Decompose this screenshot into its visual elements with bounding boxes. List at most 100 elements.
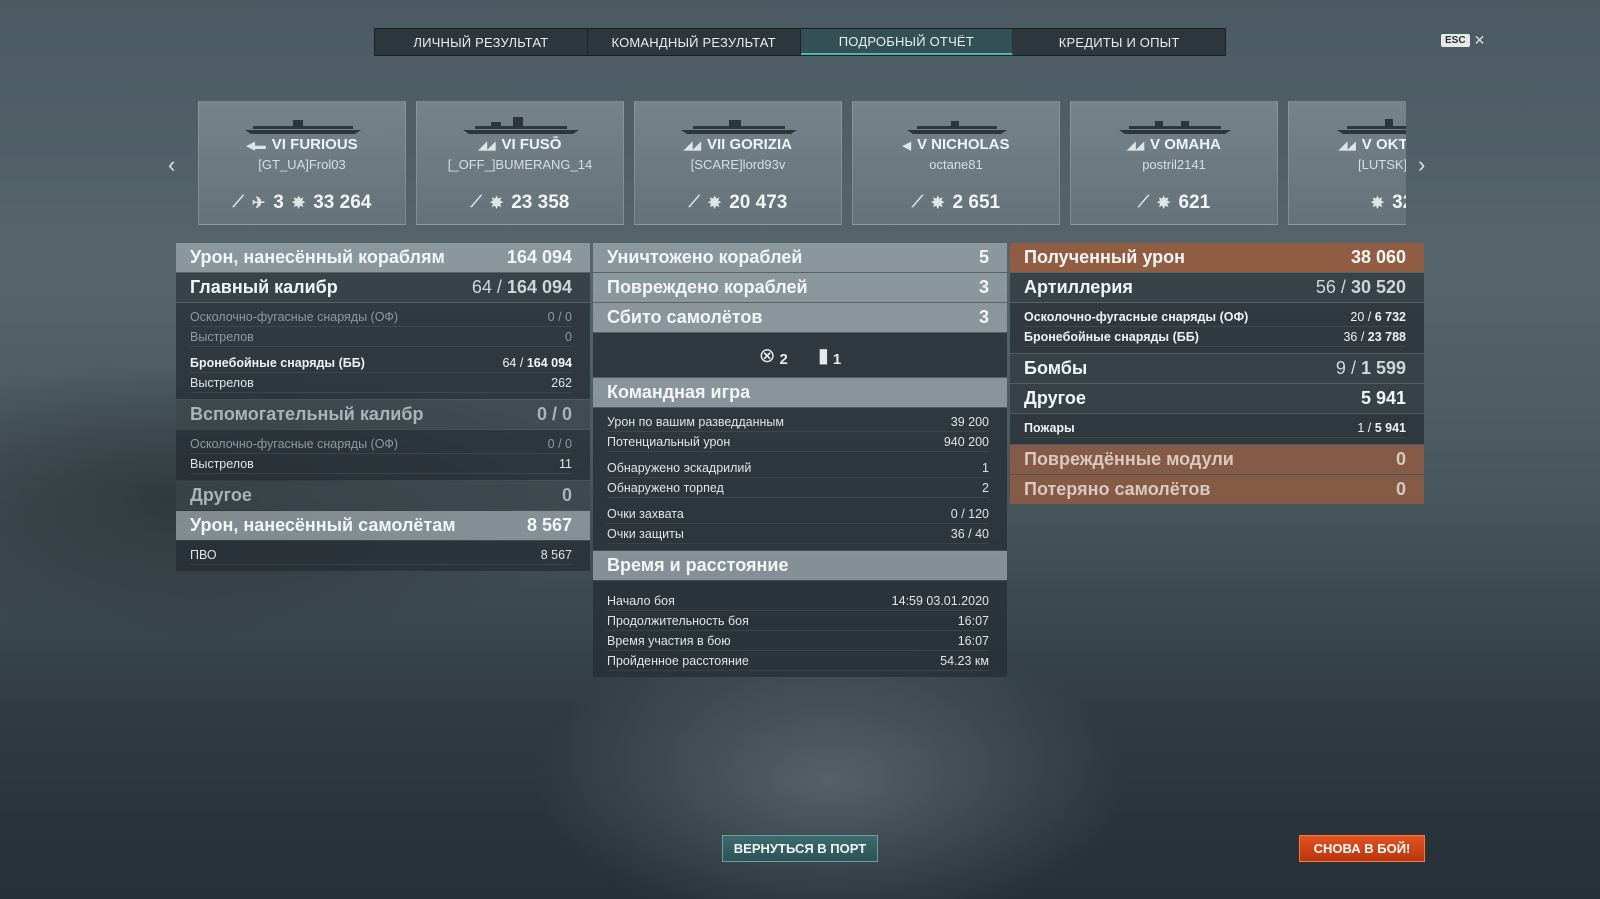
torpedo-icon: ⟋ — [470, 194, 482, 211]
artillery-header: Артиллерия 56 / 30 520 — [1010, 273, 1424, 302]
team-play-details: Урон по вашим разведданным 39 200 Потенци… — [593, 408, 1007, 550]
time-row: Пройденное расстояние 54.23 км — [607, 651, 989, 671]
ship-stats: ⟋ ✸ 20 473 — [688, 192, 788, 213]
team-row: Потенциальный урон 940 200 — [607, 432, 989, 452]
team-row: Обнаружено торпед 2 — [607, 478, 989, 498]
ship-name: ◢◢ VII GORIZIA — [684, 136, 792, 153]
time-distance-details: Начало боя 14:59 03.01.2020 Продолжительн… — [593, 581, 1007, 677]
ship-silhouette-icon — [245, 120, 361, 134]
destroyed-ships-header: Уничтожено кораблей 5 — [593, 243, 1007, 272]
main-ap-shots-row: Выстрелов 262 — [190, 373, 572, 393]
damage-splash-icon: ✸ — [489, 195, 504, 212]
ship-card[interactable]: ◢◢ V OMAHA postril2141 ⟋ ✸ 621 — [1070, 101, 1278, 225]
ship-card[interactable]: ◢◢V OKT. PEB [LUTSK]PO ✸32 — [1288, 101, 1406, 225]
ship-name: ◢◢V OKT. PEB — [1338, 136, 1406, 153]
damage-dealt-column: Урон, нанесённый кораблям 164 094 Главный… — [176, 243, 590, 572]
other-damage-header: Другое 0 — [176, 481, 590, 510]
return-to-port-button[interactable]: ВЕРНУТЬСЯ В ПОРТ — [722, 835, 878, 862]
ship-class-icon: ◀ — [902, 140, 911, 152]
ship-stats: ⟋ ✈ 3 ✸ 33 264 — [232, 192, 372, 213]
ship-player-name: [GT_UA]Frol03 — [258, 157, 346, 172]
esc-key-label: ESC — [1441, 34, 1470, 47]
ship-player-name: [LUTSK]PO — [1358, 157, 1406, 172]
ship-name: ◢◢ V OMAHA — [1127, 136, 1221, 153]
center-column: Уничтожено кораблей 5 Повреждено кораблей… — [593, 243, 1007, 678]
ship-card[interactable]: ◢◢ VII GORIZIA [SCARE]lord93v ⟋ ✸ 20 473 — [634, 101, 842, 225]
secondary-shots-row: Выстрелов 11 — [190, 454, 572, 474]
time-distance-header: Время и расстояние — [593, 551, 1007, 580]
ship-class-icon: ◢◢ — [1127, 140, 1145, 152]
tab-team-result[interactable]: КОМАНДНЫЙ РЕЗУЛЬТАТ — [588, 29, 801, 55]
damaged-modules-header: Повреждённые модули 0 — [1010, 445, 1424, 474]
team-row: Очки захвата 0 / 120 — [607, 504, 989, 524]
team-row: Очки защиты 36 / 40 — [607, 524, 989, 544]
secondary-details: Осколочно-фугасные снаряды (ОФ) 0 / 0 Выс… — [176, 430, 590, 480]
secondary-caliber-header: Вспомогательный калибр 0 / 0 — [176, 400, 590, 429]
ship-silhouette-icon — [907, 121, 1007, 134]
fires-row: Пожары 1 / 5 941 — [1024, 418, 1406, 438]
damage-splash-icon: ✸ — [707, 195, 722, 212]
main-ap-row: Бронебойные снаряды (ББ) 64 / 164 094 — [190, 353, 572, 373]
lost-planes-header: Потеряно самолётов 0 — [1010, 475, 1424, 504]
artillery-ap-row: Бронебойные снаряды (ББ) 36 / 23 788 — [1024, 327, 1406, 347]
torpedo-icon: ⟋ — [232, 194, 244, 211]
team-row: Обнаружено эскадрилий 1 — [607, 458, 989, 478]
ship-silhouette-icon — [1337, 119, 1406, 134]
ship-player-name: octane81 — [929, 157, 983, 172]
torpedo-icon: ⟋ — [688, 194, 700, 211]
carousel-prev-arrow-icon[interactable]: ‹ — [168, 152, 175, 178]
ship-card[interactable]: ◀ V NICHOLAS octane81 ⟋ ✸ 2 651 — [852, 101, 1060, 225]
aa-details: ПВО 8 567 — [176, 541, 590, 571]
damage-splash-icon: ✸ — [1370, 195, 1385, 212]
ship-card[interactable]: ◢◢ VI FUSŌ [_OFF_]BUMERANG_14 ⟋ ✸ 23 358 — [416, 101, 624, 225]
ship-name: ◀▬ VI FURIOUS — [246, 136, 358, 153]
tab-detailed-report[interactable]: ПОДРОБНЫЙ ОТЧЁТ — [800, 29, 1014, 55]
tab-personal-result[interactable]: ЛИЧНЫЙ РЕЗУЛЬТАТ — [375, 29, 588, 55]
carousel-next-arrow-icon[interactable]: › — [1418, 152, 1425, 178]
ship-card[interactable]: ◀▬ VI FURIOUS [GT_UA]Frol03 ⟋ ✈ 3 ✸ 33 264 — [198, 101, 406, 225]
damage-splash-icon: ✸ — [931, 195, 945, 212]
time-row: Продолжительность боя 16:07 — [607, 611, 989, 631]
damage-splash-icon: ✸ — [291, 195, 306, 212]
plane-down-icon: ✈ — [251, 195, 266, 212]
ship-stats: ⟋ ✸ 2 651 — [911, 192, 1001, 213]
ship-class-icon: ◢◢ — [478, 140, 496, 152]
ship-silhouette-icon — [681, 120, 797, 134]
ship-name: ◀ V NICHOLAS — [902, 136, 1010, 153]
other-received-header: Другое 5 941 — [1010, 384, 1424, 413]
ship-stats: ✸32 — [1370, 192, 1406, 213]
fires-details: Пожары 1 / 5 941 — [1010, 414, 1424, 444]
ship-player-name: [_OFF_]BUMERANG_14 — [447, 157, 593, 172]
bombs-header: Бомбы 9 / 1 599 — [1010, 354, 1424, 383]
bomber-count: ▮ 1 — [817, 344, 842, 368]
close-icon: ✕ — [1473, 32, 1486, 48]
planes-shot-header: Сбито самолётов 3 — [593, 303, 1007, 332]
artillery-details: Осколочно-фугасные снаряды (ОФ) 20 / 6 73… — [1010, 303, 1424, 353]
damage-planes-header: Урон, нанесённый самолётам 8 567 — [176, 511, 590, 540]
main-caliber-details: Осколочно-фугасные снаряды (ОФ) 0 / 0 Выс… — [176, 303, 590, 399]
team-row: Урон по вашим разведданным 39 200 — [607, 412, 989, 432]
fighter-icon: ⊗ — [758, 344, 776, 367]
esc-close-button[interactable]: ESC ✕ — [1441, 32, 1485, 49]
time-row: Время участия в бою 16:07 — [607, 631, 989, 651]
battle-again-button[interactable]: СНОВА В БОЙ! — [1299, 835, 1425, 862]
main-he-row: Осколочно-фугасные снаряды (ОФ) 0 / 0 — [190, 307, 572, 327]
ship-silhouette-icon — [463, 117, 579, 134]
team-play-header: Командная игра — [593, 378, 1007, 407]
damage-ships-header: Урон, нанесённый кораблям 164 094 — [176, 243, 590, 272]
secondary-he-row: Осколочно-фугасные снаряды (ОФ) 0 / 0 — [190, 434, 572, 454]
damage-splash-icon: ✸ — [1157, 195, 1171, 212]
main-he-shots-row: Выстрелов 0 — [190, 327, 572, 347]
ship-stats: ⟋ ✸ 621 — [1137, 192, 1211, 213]
ship-class-icon: ◢◢ — [1338, 140, 1356, 152]
ship-stats: ⟋ ✸ 23 358 — [470, 192, 570, 213]
ship-class-icon: ◀▬ — [246, 140, 266, 152]
battle-results-screen: ЛИЧНЫЙ РЕЗУЛЬТАТ КОМАНДНЫЙ РЕЗУЛЬТАТ ПОД… — [0, 0, 1600, 899]
damage-received-column: Полученный урон 38 060 Артиллерия 56 / 30… — [1010, 243, 1424, 505]
tab-credits-xp[interactable]: КРЕДИТЫ И ОПЫТ — [1013, 29, 1225, 55]
received-damage-header: Полученный урон 38 060 — [1010, 243, 1424, 272]
ship-name: ◢◢ VI FUSŌ — [478, 136, 562, 153]
main-caliber-header: Главный калибр 64 / 164 094 — [176, 273, 590, 302]
results-tabs: ЛИЧНЫЙ РЕЗУЛЬТАТ КОМАНДНЫЙ РЕЗУЛЬТАТ ПОД… — [374, 28, 1226, 56]
ship-player-name: [SCARE]lord93v — [690, 157, 786, 172]
